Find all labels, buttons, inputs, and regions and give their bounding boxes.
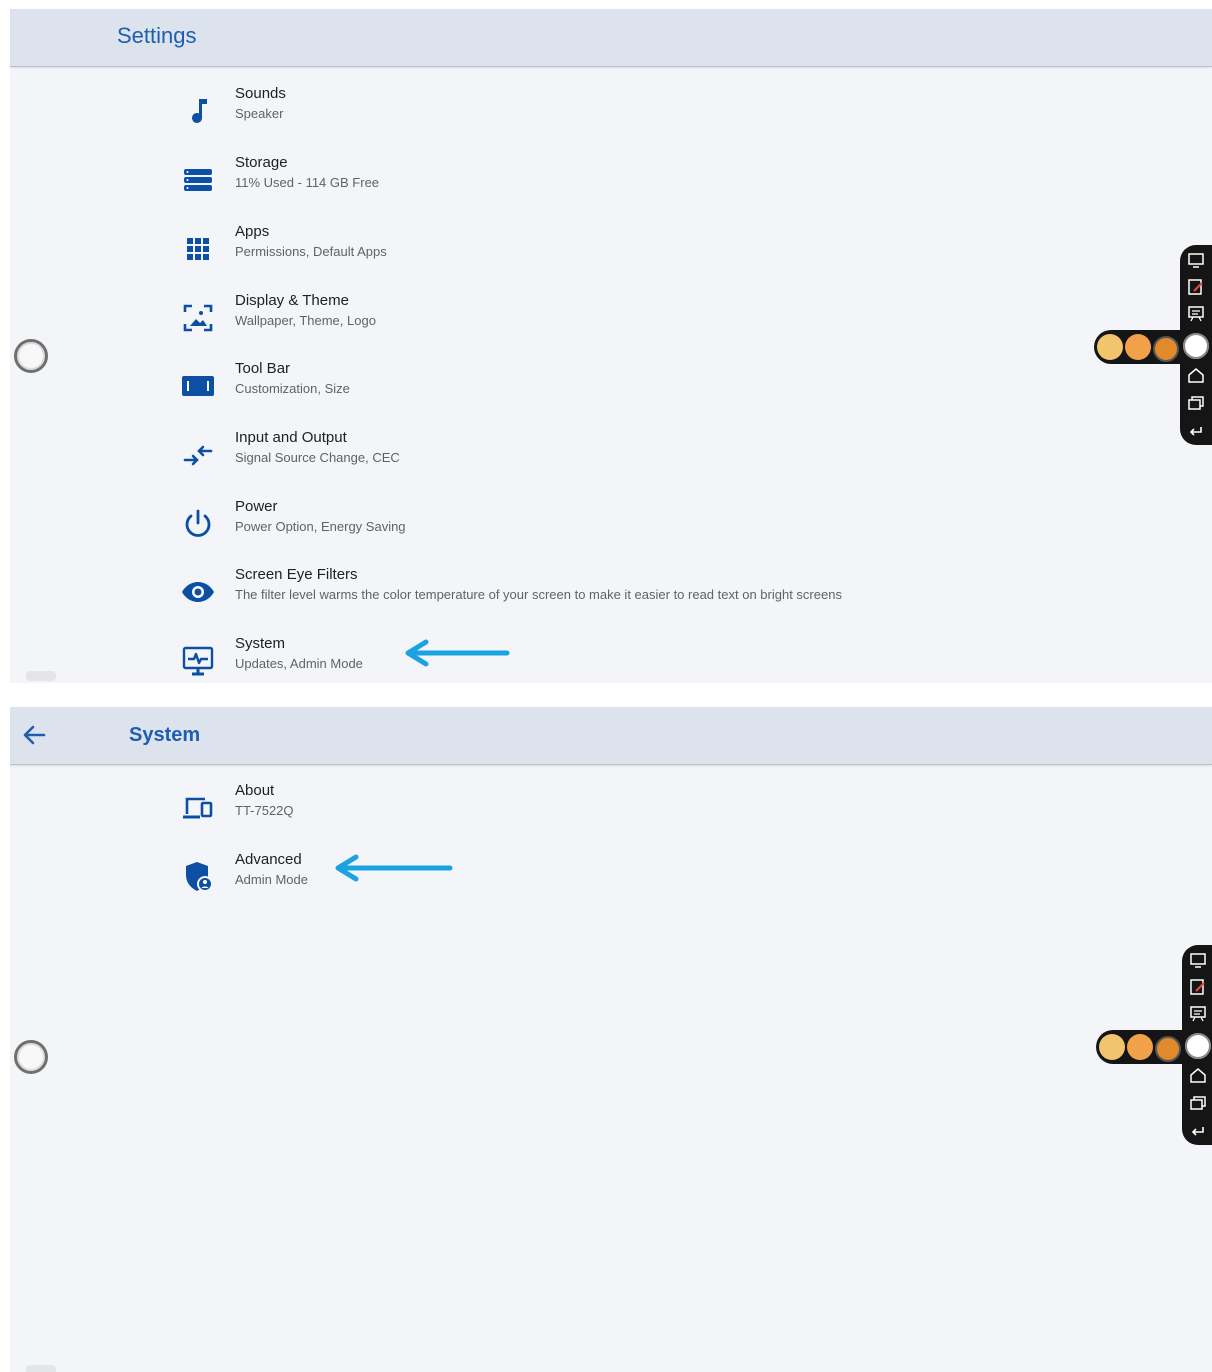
item-title: Storage [235,154,288,171]
home-icon[interactable] [1188,1065,1208,1085]
windows-icon[interactable] [1188,1093,1208,1113]
quick-dot[interactable] [1125,334,1151,360]
system-screen: System About TT-7522Q Advanced Admin Mod… [10,707,1212,1372]
settings-item-storage[interactable]: Storage 11% Used - 114 GB Free [170,154,930,210]
toolbar-icon [180,368,216,404]
system-item-about[interactable]: About TT-7522Q [170,782,930,838]
power-icon [180,506,216,542]
item-subtitle: Admin Mode [235,872,308,887]
item-subtitle: Customization, Size [235,381,350,396]
settings-item-tool-bar[interactable]: Tool Bar Customization, Size [170,360,930,416]
item-subtitle: Wallpaper, Theme, Logo [235,313,376,328]
whiteboard-icon[interactable] [1188,1004,1208,1024]
quick-launch-bar [1094,330,1190,364]
item-subtitle: Updates, Admin Mode [235,656,363,671]
whiteboard-icon[interactable] [1186,304,1206,324]
quick-dot[interactable] [1127,1034,1153,1060]
settings-item-power[interactable]: Power Power Option, Energy Saving [170,498,930,554]
floating-touch-button[interactable] [14,1040,48,1074]
home-icon[interactable] [1186,365,1206,385]
settings-screen: Settings Sounds Speaker Storage 11% Used… [10,9,1212,683]
ops-icon[interactable] [1188,950,1208,970]
music-note-icon [180,93,216,129]
input-output-icon [180,437,216,473]
item-title: Screen Eye Filters [235,566,358,583]
annotate-icon[interactable] [1186,277,1206,297]
annotate-icon[interactable] [1188,977,1208,997]
settings-gear-icon[interactable] [1155,1036,1181,1062]
item-title: About [235,782,275,799]
item-title: System [235,635,286,652]
quick-dot[interactable] [1097,334,1123,360]
windows-icon[interactable] [1186,393,1206,413]
item-title: Advanced [235,851,302,868]
nav-handle [26,671,56,681]
menu-button[interactable] [1182,1030,1212,1062]
nav-handle [26,1365,56,1372]
item-title: Power [235,498,278,515]
settings-item-system[interactable]: System Updates, Admin Mode [170,635,930,683]
item-subtitle: TT-7522Q [235,803,294,818]
settings-item-input-output[interactable]: Input and Output Signal Source Change, C… [170,429,930,485]
item-title: Display & Theme [235,292,349,309]
apps-grid-icon [180,231,216,267]
menu-button[interactable] [1180,330,1212,362]
item-title: Tool Bar [235,360,291,377]
item-subtitle: Permissions, Default Apps [235,244,387,259]
back-icon[interactable] [1186,421,1206,441]
display-wallpaper-icon [180,300,216,336]
back-arrow-icon[interactable] [20,721,48,749]
ops-icon[interactable] [1186,250,1206,270]
settings-item-screen-eye-filters[interactable]: Screen Eye Filters The filter level warm… [170,566,1070,622]
settings-item-display-theme[interactable]: Display & Theme Wallpaper, Theme, Logo [170,292,930,348]
item-title: Sounds [235,85,286,102]
system-header: System [10,707,1212,765]
highlight-arrow [405,639,510,667]
settings-item-apps[interactable]: Apps Permissions, Default Apps [170,223,930,279]
item-title: Apps [235,223,270,240]
eye-icon [180,574,216,610]
floating-touch-button[interactable] [14,339,48,373]
settings-header: Settings [10,9,1212,67]
item-subtitle: 11% Used - 114 GB Free [235,175,380,190]
storage-icon [180,162,216,198]
item-subtitle: Power Option, Energy Saving [235,519,406,534]
item-subtitle: Signal Source Change, CEC [235,450,400,465]
admin-shield-icon [180,859,216,895]
back-icon[interactable] [1188,1121,1208,1141]
settings-gear-icon[interactable] [1153,336,1179,362]
page-title: System [129,724,201,746]
item-subtitle: The filter level warms the color tempera… [235,587,842,602]
system-item-advanced[interactable]: Advanced Admin Mode [170,851,930,907]
quick-dot[interactable] [1099,1034,1125,1060]
item-title: Input and Output [235,429,347,446]
system-monitor-icon [180,643,216,679]
quick-launch-bar [1096,1030,1192,1064]
page-title: Settings [117,23,197,48]
highlight-arrow [335,854,453,882]
item-subtitle: Speaker [235,106,284,121]
settings-item-sounds[interactable]: Sounds Speaker [170,85,930,141]
devices-icon [180,790,216,826]
